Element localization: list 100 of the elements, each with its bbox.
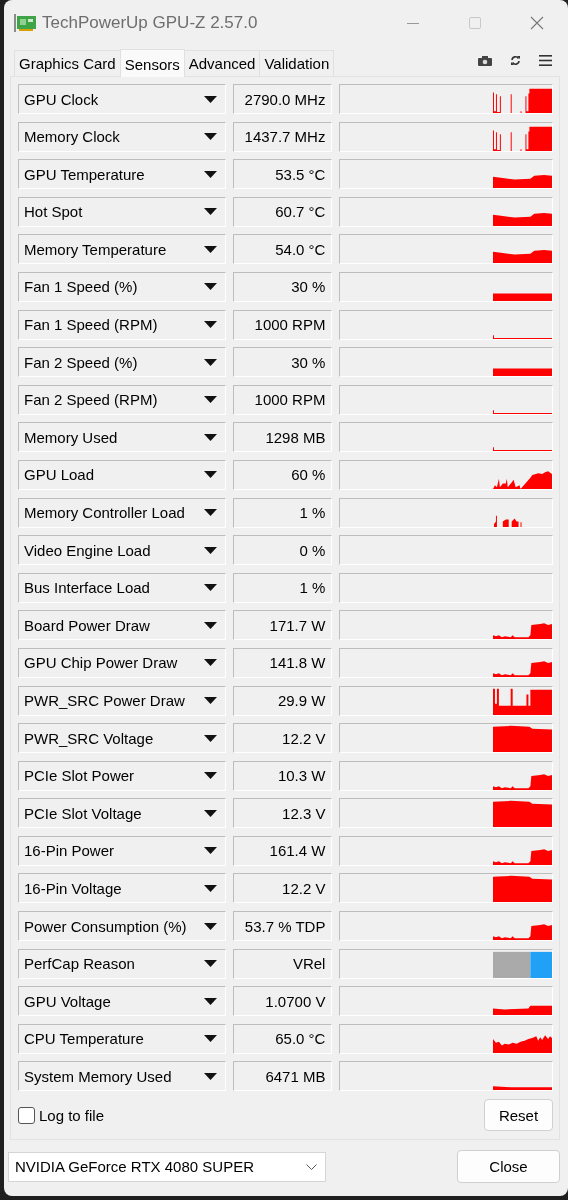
sensor-dropdown[interactable]: Fan 1 Speed (%) <box>18 271 226 302</box>
sensor-dropdown[interactable]: Video Engine Load <box>18 535 226 566</box>
dropdown-arrow-icon <box>203 358 217 366</box>
reset-button[interactable]: Reset <box>484 1099 553 1132</box>
sensor-dropdown[interactable]: Memory Used <box>18 422 226 453</box>
dropdown-arrow-icon <box>203 960 217 968</box>
dropdown-arrow-icon <box>203 321 217 329</box>
dropdown-arrow-icon <box>203 509 217 517</box>
sensor-value: 60.7 °C <box>232 196 333 227</box>
sparkline-drawing <box>493 623 552 640</box>
sensor-dropdown[interactable]: GPU Voltage <box>18 986 226 1017</box>
sensor-value: 10.3 W <box>232 760 333 791</box>
sensor-value: 1 % <box>232 572 333 603</box>
dropdown-arrow-icon <box>203 847 217 855</box>
sparkline-drawing <box>493 876 552 903</box>
dropdown-arrow-icon <box>203 208 217 216</box>
sensor-value: 30 % <box>232 347 333 378</box>
sparkline-drawing <box>493 1005 552 1016</box>
sensor-dropdown[interactable]: Power Consumption (%) <box>18 911 226 942</box>
sensor-dropdown[interactable]: Memory Temperature <box>18 234 226 265</box>
sensor-value: 60 % <box>232 459 333 490</box>
sparkline-drawing <box>493 688 552 715</box>
dropdown-arrow-icon <box>203 133 217 141</box>
sensor-dropdown[interactable]: GPU Clock <box>18 84 226 114</box>
close-icon[interactable] <box>530 16 544 30</box>
sensor-dropdown[interactable]: PCIe Slot Power <box>18 760 226 791</box>
sparkline-drawing <box>493 88 552 113</box>
menu-icon[interactable] <box>539 55 552 66</box>
sensor-dropdown[interactable]: Fan 2 Speed (%) <box>18 347 226 378</box>
sensor-value: 1.0700 V <box>232 986 333 1017</box>
sensor-dropdown[interactable]: 16-Pin Voltage <box>18 873 226 904</box>
gpu-select[interactable]: NVIDIA GeForce RTX 4080 SUPER <box>8 1151 326 1182</box>
dropdown-arrow-icon <box>203 884 217 892</box>
sensor-value: 29.9 W <box>232 685 333 716</box>
sensor-value: 0 % <box>232 535 333 566</box>
dropdown-arrow-icon <box>203 471 217 479</box>
sensor-value: 1298 MB <box>232 422 333 453</box>
sparkline-drawing <box>493 250 552 264</box>
sensor-dropdown[interactable]: 16-Pin Power <box>18 835 226 866</box>
sensor-value: 171.7 W <box>232 610 333 641</box>
sensor-dropdown[interactable]: PerfCap Reason <box>18 948 226 979</box>
sensor-value: 30 % <box>232 271 333 302</box>
checkbox-label: Log to file <box>39 1106 105 1124</box>
sensor-dropdown[interactable]: Memory Clock <box>18 121 226 152</box>
dropdown-arrow-icon <box>203 997 217 1005</box>
camera-icon[interactable] <box>478 55 492 66</box>
sensor-value: 1 % <box>232 497 333 528</box>
sparkline-drawing <box>493 773 552 790</box>
sparkline-drawing <box>493 801 552 828</box>
sensor-dropdown[interactable]: GPU Load <box>18 459 226 490</box>
sensor-dropdown[interactable]: Fan 1 Speed (RPM) <box>18 309 226 340</box>
log-to-file-checkbox[interactable]: Log to file <box>18 1106 105 1124</box>
tab[interactable]: Graphics Card <box>14 50 121 76</box>
sensor-value: 161.4 W <box>232 835 333 866</box>
sensor-value: 12.2 V <box>232 723 333 754</box>
sensor-dropdown[interactable]: GPU Chip Power Draw <box>18 647 226 678</box>
sensor-value: 141.8 W <box>232 647 333 678</box>
sparkline-drawing <box>493 661 552 677</box>
dropdown-arrow-icon <box>203 621 217 629</box>
dropdown-arrow-icon <box>203 809 217 817</box>
dropdown-arrow-icon <box>203 396 217 404</box>
sparkline-drawing <box>493 410 552 414</box>
dropdown-arrow-icon <box>203 734 217 742</box>
dropdown-arrow-icon <box>203 1035 217 1043</box>
tab[interactable]: Validation <box>259 50 335 76</box>
sensor-value: 6471 MB <box>232 1061 333 1092</box>
dropdown-arrow-icon <box>203 697 217 704</box>
sparkline-drawing <box>493 293 552 301</box>
sparkline-drawing <box>493 924 552 941</box>
sensor-dropdown[interactable]: PWR_SRC Voltage <box>18 723 226 754</box>
chevron-down-icon <box>306 1163 317 1170</box>
sparkline-drawing <box>493 175 552 189</box>
sensor-dropdown[interactable]: Board Power Draw <box>18 610 226 641</box>
refresh-icon[interactable] <box>510 55 521 66</box>
dropdown-arrow-icon <box>203 433 217 441</box>
dropdown-arrow-icon <box>203 1072 217 1080</box>
sensor-dropdown[interactable]: CPU Temperature <box>18 1023 226 1054</box>
sparkline-drawing <box>493 447 552 452</box>
window-title: TechPowerUp GPU-Z 2.57.0 <box>42 13 259 33</box>
sensor-dropdown[interactable]: System Memory Used <box>18 1061 226 1092</box>
sensor-dropdown[interactable]: Bus Interface Load <box>18 572 226 603</box>
dropdown-arrow-icon <box>203 546 217 554</box>
sparkline-drawing <box>493 725 552 753</box>
sparkline-drawing <box>493 849 552 865</box>
sensor-dropdown[interactable]: Memory Controller Load <box>18 497 226 528</box>
tab[interactable]: Sensors <box>119 49 185 77</box>
dropdown-arrow-icon <box>203 95 217 103</box>
sensor-value: 12.3 V <box>232 798 333 829</box>
sensor-dropdown[interactable]: GPU Temperature <box>18 159 226 190</box>
sensor-dropdown[interactable]: Hot Spot <box>18 196 226 227</box>
sensor-value: VRel <box>232 948 333 979</box>
sensor-dropdown[interactable]: PCIe Slot Voltage <box>18 798 226 829</box>
sensor-dropdown[interactable]: PWR_SRC Power Draw <box>18 685 226 716</box>
sparkline-drawing <box>493 368 552 377</box>
dropdown-arrow-icon <box>203 584 217 592</box>
dropdown-arrow-icon <box>203 245 217 253</box>
sensor-dropdown[interactable]: Fan 2 Speed (RPM) <box>18 384 226 415</box>
sensor-value: 12.2 V <box>232 873 333 904</box>
close-button[interactable]: Close <box>457 1150 560 1184</box>
checkbox[interactable] <box>18 1106 35 1124</box>
